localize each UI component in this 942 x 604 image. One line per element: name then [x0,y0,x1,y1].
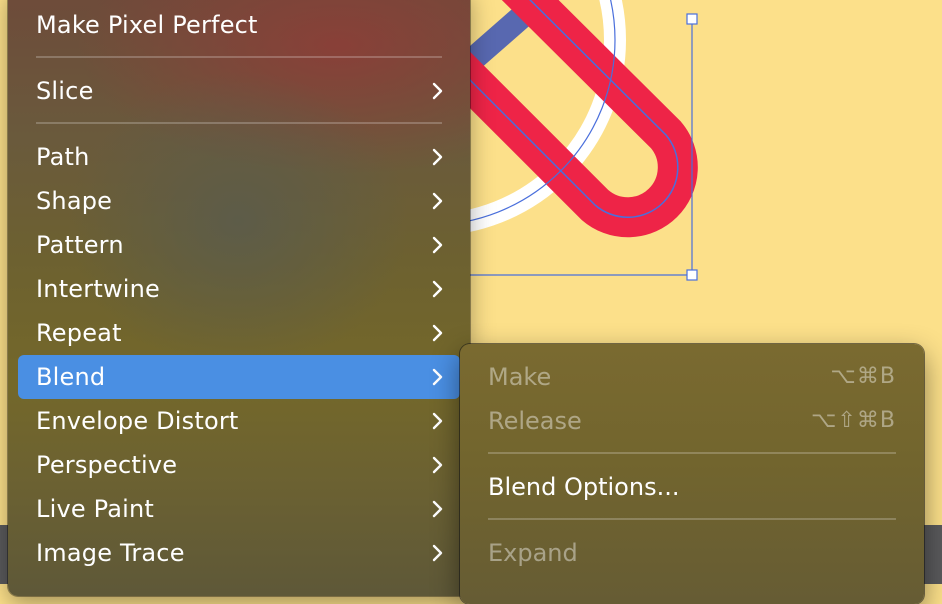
chevron-right-icon [432,148,443,166]
blend-submenu: Make ⌥⌘B Release ⌥⇧⌘B Blend Options... E… [460,344,924,604]
chevron-right-icon [432,500,443,518]
menu-item-label: Repeat [36,319,122,347]
menu-item-label: Pattern [36,231,124,259]
menu-item-path[interactable]: Path [18,135,460,179]
menu-item-intertwine[interactable]: Intertwine [18,267,460,311]
menu-item-label: Intertwine [36,275,161,303]
menu-separator [36,122,442,124]
submenu-item-blend-options[interactable]: Blend Options... [470,465,914,509]
submenu-item-release[interactable]: Release ⌥⇧⌘B [470,399,914,443]
submenu-item-label: Expand [488,539,578,567]
menu-item-pattern[interactable]: Pattern [18,223,460,267]
submenu-item-label: Release [488,407,582,435]
menu-item-live-paint[interactable]: Live Paint [18,487,460,531]
menu-item-label: Live Paint [36,495,155,523]
menu-separator [36,56,442,58]
menu-item-slice[interactable]: Slice [18,69,460,113]
chevron-right-icon [432,236,443,254]
selection-handle-top-right[interactable] [686,13,698,25]
menu-item-perspective[interactable]: Perspective [18,443,460,487]
menu-item-label: Perspective [36,451,178,479]
menu-item-label: Slice [36,77,94,105]
chevron-right-icon [432,544,443,562]
menu-item-shape[interactable]: Shape [18,179,460,223]
submenu-item-label: Blend Options... [488,473,680,501]
menu-separator [488,518,896,520]
menu-item-make-pixel-perfect[interactable]: Make Pixel Perfect [18,3,460,47]
menu-item-blend[interactable]: Blend [18,355,460,399]
menu-item-label: Make Pixel Perfect [36,11,258,39]
menu-item-label: Path [36,143,90,171]
menu-item-label: Image Trace [36,539,185,567]
submenu-item-label: Make [488,363,552,391]
selection-handle-bottom-right[interactable] [686,269,698,281]
chevron-right-icon [432,82,443,100]
chevron-right-icon [432,280,443,298]
chevron-right-icon [432,412,443,430]
chevron-right-icon [432,324,443,342]
menu-item-image-trace[interactable]: Image Trace [18,531,460,575]
object-menu: Make Pixel Perfect Slice Path Shape Patt… [8,0,470,596]
submenu-item-expand[interactable]: Expand [470,531,914,575]
menu-separator [488,452,896,454]
menu-item-envelope-distort[interactable]: Envelope Distort [18,399,460,443]
submenu-item-make[interactable]: Make ⌥⌘B [470,355,914,399]
menu-item-label: Envelope Distort [36,407,239,435]
menu-item-label: Shape [36,187,113,215]
keyboard-shortcut: ⌥⇧⌘B [811,408,896,433]
chevron-right-icon [432,368,443,386]
keyboard-shortcut: ⌥⌘B [830,364,896,389]
chevron-right-icon [432,192,443,210]
chevron-right-icon [432,456,443,474]
menu-item-label: Blend [36,363,106,391]
menu-item-repeat[interactable]: Repeat [18,311,460,355]
